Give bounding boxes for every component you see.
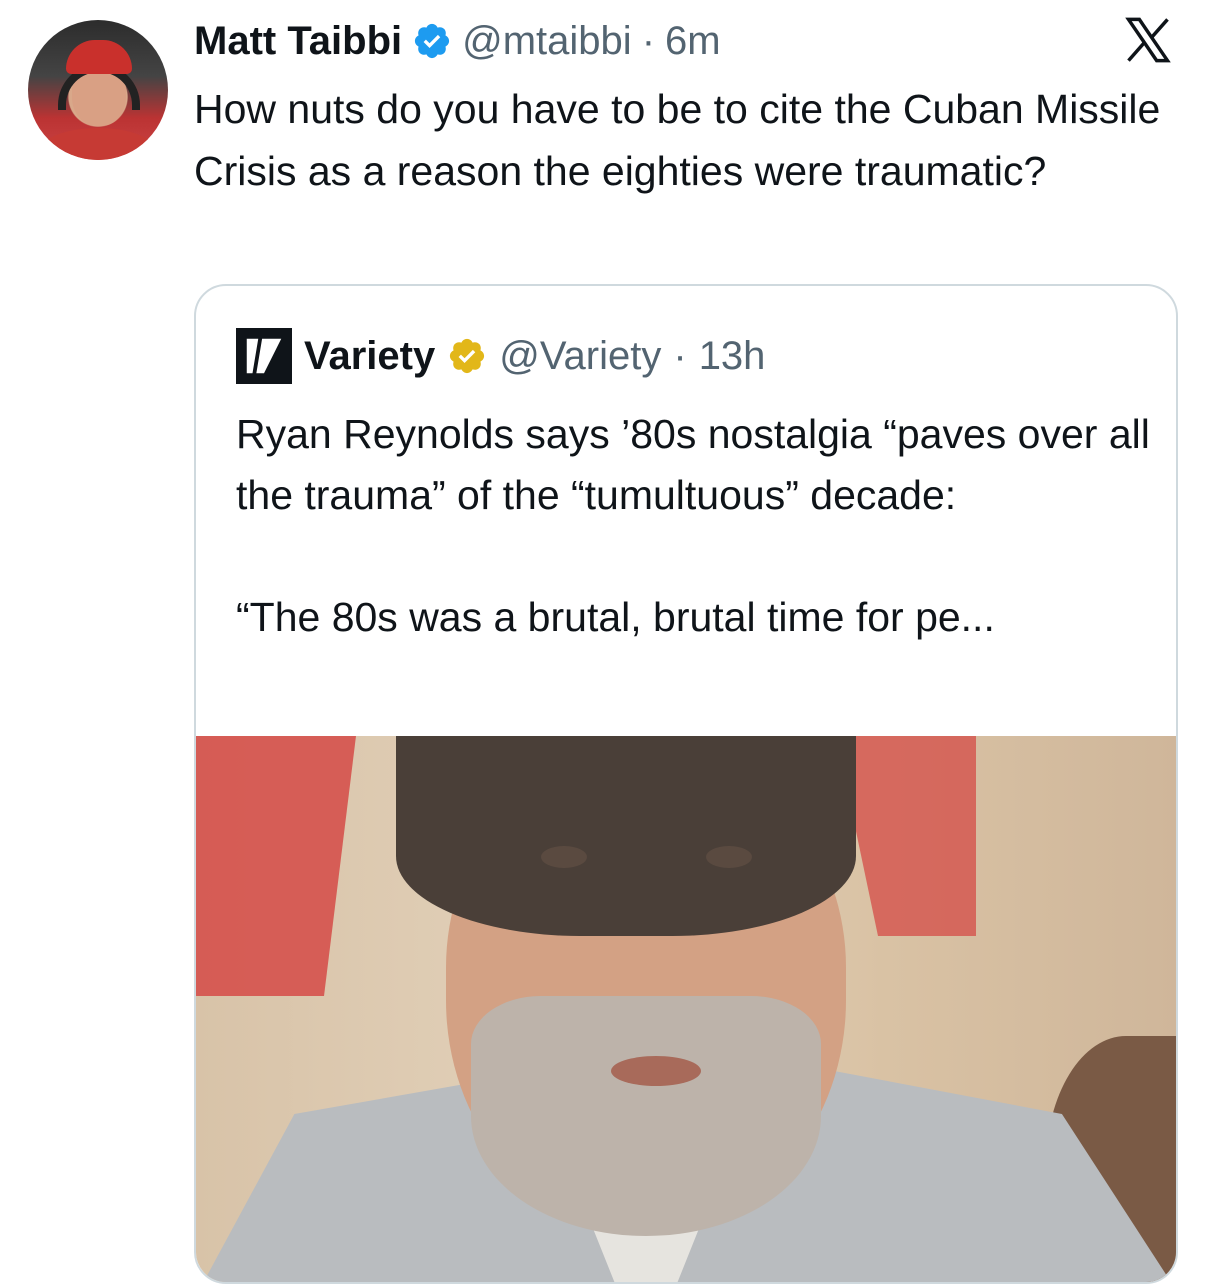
author-avatar[interactable] <box>28 20 168 160</box>
verified-badge-icon <box>415 23 450 59</box>
author-handle[interactable]: @mtaibbi <box>462 19 632 64</box>
author-name[interactable]: Matt Taibbi <box>194 19 402 64</box>
tweet-header: Matt Taibbi @mtaibbi · 6m <box>194 14 721 68</box>
verified-gold-badge-icon <box>450 338 485 374</box>
quoted-tweet-header: Variety @Variety · 13h <box>236 328 765 384</box>
quoted-tweet-card[interactable]: Variety @Variety · 13h Ryan Reynolds say… <box>194 284 1178 1284</box>
background-sign-left <box>196 736 356 996</box>
quoted-author-handle[interactable]: @Variety <box>499 334 661 379</box>
quoted-author-name[interactable]: Variety <box>304 334 435 379</box>
quoted-meta-separator: · <box>673 333 687 378</box>
variety-v-icon <box>246 338 282 374</box>
tweet-time[interactable]: 6m <box>665 19 721 64</box>
variety-logo[interactable] <box>236 328 292 384</box>
person-hair <box>396 736 856 936</box>
quoted-tweet-text: Ryan Reynolds says ’80s nostalgia “paves… <box>236 411 1150 640</box>
person-eye-left <box>541 846 587 868</box>
x-logo-icon[interactable] <box>1122 14 1174 66</box>
person-beard <box>471 996 821 1236</box>
quoted-tweet-time[interactable]: 13h <box>699 334 766 379</box>
avatar-shirt <box>38 128 158 160</box>
person-eye-right <box>706 846 752 868</box>
tweet-text: How nuts do you have to be to cite the C… <box>194 86 1161 194</box>
avatar-cap <box>66 40 132 74</box>
background-sign-right <box>836 736 976 936</box>
quoted-tweet-media[interactable] <box>196 736 1176 1282</box>
person-mouth <box>611 1056 701 1086</box>
meta-separator: · <box>641 18 656 63</box>
